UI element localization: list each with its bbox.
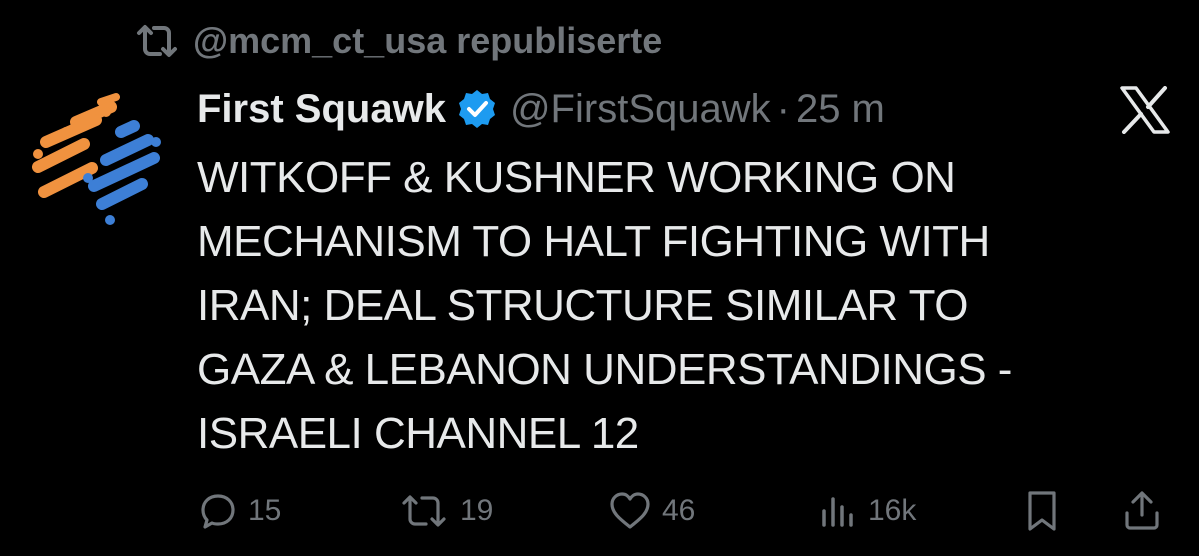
avatar[interactable]: [26, 92, 166, 232]
views-button[interactable]: 16k: [818, 486, 916, 536]
tweet-text: WITKOFF & KUSHNER WORKING ON MECHANISM T…: [197, 146, 1177, 466]
repost-count: 19: [460, 494, 494, 527]
author-handle[interactable]: @FirstSquawk: [510, 87, 771, 132]
repost-header[interactable]: @mcm_ct_usa republiserte: [133, 18, 662, 64]
share-icon: [1125, 491, 1159, 530]
bookmark-icon: [1028, 491, 1056, 531]
timestamp[interactable]: 25 m: [796, 87, 885, 132]
tweet-text-line: IRAN; DEAL STRUCTURE SIMILAR TO: [197, 281, 968, 330]
repost-button[interactable]: 19: [398, 486, 493, 536]
repost-icon: [137, 25, 177, 57]
reply-icon: [201, 494, 235, 529]
heart-icon: [610, 492, 650, 529]
tweet-header: First Squawk @FirstSquawk · 25 m: [197, 82, 885, 136]
x-logo-icon[interactable]: [1119, 86, 1171, 134]
repost-icon: [402, 495, 446, 527]
author-name[interactable]: First Squawk: [197, 87, 446, 132]
like-button[interactable]: 46: [608, 486, 695, 536]
reply-count: 15: [248, 494, 282, 527]
separator-dot: ·: [776, 86, 790, 131]
views-count: 16k: [868, 494, 917, 527]
tweet-text-line: MECHANISM TO HALT FIGHTING WITH: [197, 217, 990, 266]
like-count: 46: [662, 494, 696, 527]
views-chart-icon: [822, 497, 853, 527]
tweet-text-line: WITKOFF & KUSHNER WORKING ON: [197, 153, 956, 202]
share-button[interactable]: [1122, 486, 1162, 536]
first-squawk-logo-icon: [32, 93, 161, 225]
repost-header-text[interactable]: @mcm_ct_usa republiserte: [193, 20, 662, 62]
reply-button[interactable]: 15: [198, 486, 281, 536]
tweet-text-line: ISRAELI CHANNEL 12: [197, 409, 639, 458]
verified-badge-icon[interactable]: [456, 88, 498, 130]
action-bar: 15 19 46 16k: [0, 486, 1199, 536]
tweet-text-line: GAZA & LEBANON UNDERSTANDINGS -: [197, 345, 1012, 394]
bookmark-button[interactable]: [1022, 486, 1062, 536]
